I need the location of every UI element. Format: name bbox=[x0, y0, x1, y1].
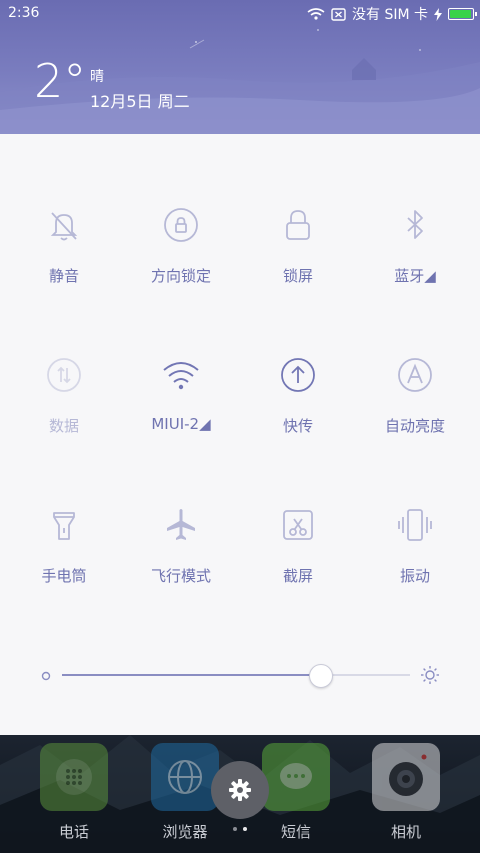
messages-app-icon bbox=[262, 743, 330, 811]
flashlight-icon bbox=[53, 512, 75, 540]
vibrate-icon bbox=[398, 509, 432, 541]
lock-icon bbox=[286, 210, 310, 240]
toggle-vibrate[interactable]: 振动 bbox=[360, 505, 470, 615]
camera-app-icon bbox=[372, 743, 440, 811]
dock-app-browser[interactable]: 浏览器 bbox=[150, 743, 220, 842]
wifi-icon bbox=[163, 362, 199, 390]
bluetooth-icon bbox=[407, 210, 423, 239]
toggle-label: 飞行模式 bbox=[150, 567, 211, 585]
toggle-airplane-mode[interactable]: 飞行模式 bbox=[126, 505, 236, 615]
page-dot-active bbox=[243, 827, 247, 831]
status-time: 2:36 bbox=[8, 5, 40, 21]
bell-muted-icon bbox=[50, 212, 78, 241]
dock-app-label: 短信 bbox=[280, 823, 311, 841]
auto-brightness-icon bbox=[398, 358, 432, 392]
battery-icon bbox=[448, 8, 477, 20]
toggle-label: MIUI-2◢ bbox=[151, 415, 211, 433]
brightness-high-icon bbox=[421, 666, 439, 684]
toggle-auto-brightness[interactable]: 自动亮度 bbox=[360, 355, 470, 465]
brightness-fill bbox=[62, 674, 320, 676]
toggle-label: 手电筒 bbox=[41, 567, 87, 585]
upload-icon bbox=[281, 358, 315, 392]
temperature: 2° bbox=[34, 54, 87, 108]
toggle-bluetooth[interactable]: 蓝牙◢ bbox=[360, 205, 470, 315]
toggle-label: 振动 bbox=[399, 567, 430, 585]
charging-icon bbox=[434, 7, 442, 21]
weather-header[interactable]: 2:36 没有 SIM 卡 2° 晴 12月5日 周二 bbox=[0, 0, 480, 134]
sim-status-text: 没有 SIM 卡 bbox=[352, 7, 428, 23]
toggle-label: 自动亮度 bbox=[384, 417, 445, 435]
mobile-data-icon bbox=[47, 358, 81, 392]
toggle-screenshot[interactable]: 截屏 bbox=[243, 505, 353, 615]
page-dot bbox=[233, 827, 237, 831]
toggle-lock-screen[interactable]: 锁屏 bbox=[243, 205, 353, 315]
toggle-label: 蓝牙◢ bbox=[394, 267, 436, 285]
brightness-low-icon bbox=[41, 671, 51, 681]
page-indicator bbox=[233, 827, 247, 831]
toggle-quick-transfer[interactable]: 快传 bbox=[243, 355, 353, 465]
battery-level bbox=[450, 10, 471, 18]
date-label: 12月5日 周二 bbox=[90, 92, 190, 111]
toggle-rotation-lock[interactable]: 方向锁定 bbox=[126, 205, 236, 315]
dock-app-phone[interactable]: 电话 bbox=[39, 743, 109, 842]
brightness-thumb[interactable] bbox=[308, 664, 333, 688]
no-sim-icon bbox=[331, 7, 346, 21]
dock-app-label: 浏览器 bbox=[162, 823, 208, 841]
brightness-slider[interactable] bbox=[40, 660, 440, 690]
status-bar: 2:36 没有 SIM 卡 bbox=[0, 0, 480, 28]
toggle-silent[interactable]: 静音 bbox=[9, 205, 119, 315]
airplane-icon bbox=[167, 509, 195, 540]
settings-button[interactable] bbox=[211, 761, 269, 819]
weather-condition: 晴 bbox=[90, 69, 104, 85]
rotation-lock-icon bbox=[164, 208, 198, 242]
gear-icon bbox=[229, 779, 251, 801]
toggle-label: 截屏 bbox=[282, 567, 313, 585]
dock-app-camera[interactable]: 相机 bbox=[371, 743, 441, 842]
dock-app-label: 相机 bbox=[390, 823, 421, 841]
phone-app-icon bbox=[40, 743, 108, 811]
toggle-label: 锁屏 bbox=[282, 267, 313, 285]
wifi-status-icon bbox=[307, 8, 325, 20]
dock-app-label: 电话 bbox=[58, 823, 89, 841]
toggle-label: 数据 bbox=[48, 417, 79, 435]
toggle-wifi[interactable]: MIUI-2◢ bbox=[126, 355, 236, 465]
toggle-mobile-data[interactable]: 数据 bbox=[9, 355, 119, 465]
screenshot-icon bbox=[283, 510, 313, 540]
quick-settings-panel: 静音 方向锁定 锁屏 蓝牙◢ 数据 MIUI-2◢ 快传 自动亮度 手电筒 飞行… bbox=[0, 134, 480, 735]
dock-app-messages[interactable]: 短信 bbox=[261, 743, 331, 842]
toggle-label: 快传 bbox=[282, 417, 313, 435]
browser-app-icon bbox=[151, 743, 219, 811]
toggle-label: 静音 bbox=[48, 267, 79, 285]
toggle-label: 方向锁定 bbox=[150, 267, 211, 285]
home-dock: 电话 浏览器 短信 相机 bbox=[0, 735, 480, 853]
toggle-flashlight[interactable]: 手电筒 bbox=[9, 505, 119, 615]
